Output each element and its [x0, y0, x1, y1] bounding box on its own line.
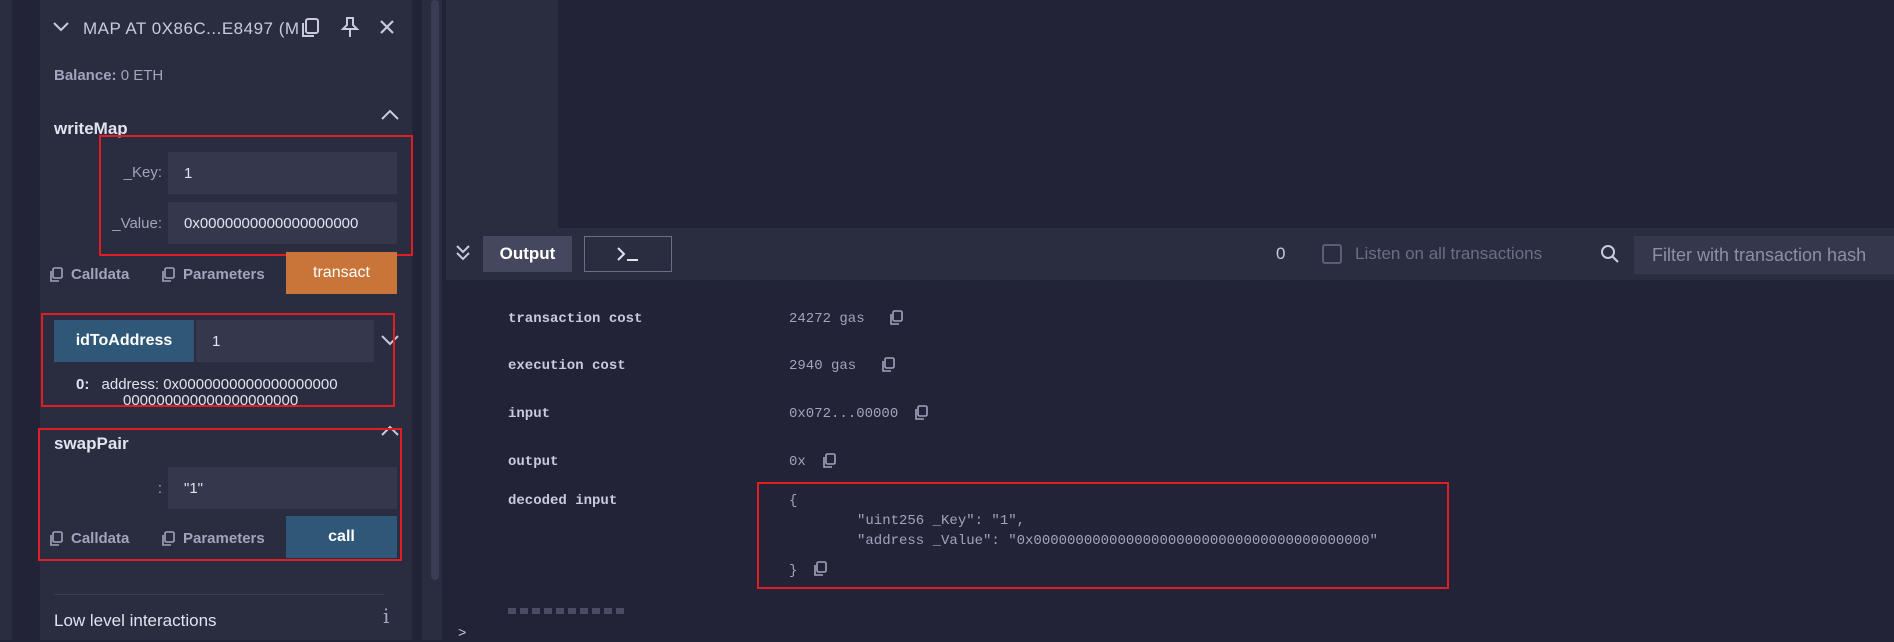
highlight-box-swappair	[38, 428, 402, 561]
highlight-box-writemap	[99, 135, 413, 256]
row-label-transaction-cost: transaction cost	[508, 311, 643, 327]
highlight-box-decoded-input	[757, 482, 1449, 589]
editor-gutter	[446, 0, 558, 228]
panel-scrollbar-thumb[interactable]	[431, 0, 439, 580]
search-icon[interactable]	[1600, 244, 1620, 264]
pin-icon[interactable]	[340, 16, 360, 38]
transaction-count: 0	[1276, 244, 1286, 263]
parameters-label: Parameters	[183, 266, 265, 283]
row-value-input: 0x072...00000	[789, 406, 899, 422]
console-tab[interactable]	[584, 236, 672, 272]
divider	[54, 594, 384, 595]
collapse-terminal-icon[interactable]	[455, 244, 471, 262]
balance-label: Balance:	[54, 67, 117, 84]
row-value-execution-cost: 2940 gas	[789, 358, 857, 374]
balance-value: 0 ETH	[120, 67, 164, 84]
chevron-up-icon[interactable]	[380, 108, 400, 122]
copy-icon[interactable]	[822, 453, 836, 469]
editor-area[interactable]	[446, 0, 1894, 228]
copy-icon[interactable]	[881, 357, 895, 373]
row-label-output: output	[508, 454, 559, 470]
highlight-box-idtoaddress	[41, 313, 395, 407]
writemap-parameters-button[interactable]: Parameters	[161, 266, 265, 283]
truncated-row	[508, 608, 628, 614]
copy-icon[interactable]	[914, 405, 928, 421]
row-value-transaction-cost: 24272 gas	[789, 311, 865, 327]
low-level-title: Low level interactions	[54, 611, 217, 630]
calldata-label: Calldata	[71, 266, 130, 283]
contract-title: MAP AT 0X86C...E8497 (M	[83, 19, 300, 38]
transact-button[interactable]: transact	[286, 252, 397, 294]
listen-label: Listen on all transactions	[1355, 244, 1543, 263]
copy-icon[interactable]	[889, 310, 903, 326]
copy-icon	[49, 266, 63, 283]
output-tab[interactable]: Output	[483, 236, 572, 272]
row-value-output: 0x	[789, 454, 806, 470]
balance: Balance: 0 ETH	[54, 67, 163, 84]
left-gutter	[0, 0, 12, 640]
row-label-input: input	[508, 406, 551, 422]
terminal-icon	[616, 246, 640, 262]
copy-icon	[161, 266, 175, 283]
filter-input[interactable]: Filter with transaction hash	[1634, 236, 1894, 274]
row-label-decoded-input: decoded input	[508, 493, 618, 509]
info-icon[interactable]: i	[383, 604, 389, 628]
copy-icon[interactable]	[300, 17, 320, 39]
writemap-calldata-button[interactable]: Calldata	[49, 266, 129, 283]
close-icon[interactable]	[378, 18, 396, 36]
chevron-down-icon[interactable]	[52, 20, 70, 34]
listen-checkbox[interactable]	[1322, 244, 1342, 264]
row-label-execution-cost: execution cost	[508, 358, 626, 374]
